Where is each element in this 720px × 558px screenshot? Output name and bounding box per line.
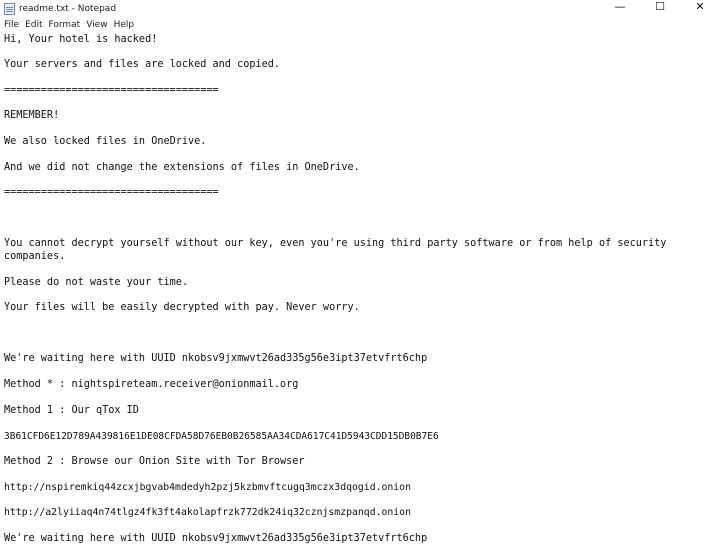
text-line: Method * : nightspireteam.receiver@onion…	[4, 379, 299, 390]
close-button[interactable]: ✕	[680, 0, 720, 17]
text-line: We're waiting here with UUID nkobsv9jxmw…	[4, 533, 428, 544]
text-line: And we did not change the extensions of …	[4, 162, 360, 173]
qtox-id-line: 3B61CFD6E12D789A439816E1DE08CFDA58D76EB0…	[4, 431, 439, 442]
text-line: We're waiting here with UUID nkobsv9jxmw…	[4, 353, 428, 364]
text-line: companies.	[4, 251, 66, 262]
menu-file[interactable]: File	[0, 20, 21, 30]
text-line: Hi, Your hotel is hacked!	[4, 34, 158, 45]
text-line: Method 1 : Our qTox ID	[4, 405, 139, 416]
title-bar: readme.txt - Notepad — ☐ ✕	[0, 0, 720, 17]
onion-url-line: http://a2lyiiaq4n74tlgz4fk3ft4akolapfrzk…	[4, 507, 411, 518]
text-line: Please do not waste your time.	[4, 277, 189, 288]
text-line: REMEMBER!	[4, 110, 60, 121]
text-line: You cannot decrypt yourself without our …	[4, 238, 667, 249]
divider-line: ===================================	[4, 187, 219, 198]
text-line: Your files will be easily decrypted with…	[4, 302, 360, 313]
menu-view[interactable]: View	[82, 20, 109, 30]
menu-help[interactable]: Help	[110, 20, 137, 30]
text-line: We also locked files in OneDrive.	[4, 136, 207, 147]
text-line: Your servers and files are locked and co…	[4, 59, 281, 70]
menu-bar: File Edit Format View Help	[0, 18, 136, 32]
divider-line: ===================================	[4, 85, 219, 96]
menu-format[interactable]: Format	[45, 20, 83, 30]
window-controls: — ☐ ✕	[600, 0, 720, 17]
notepad-icon	[4, 2, 15, 15]
text-editor-area[interactable]: Hi, Your hotel is hacked! Your servers a…	[0, 32, 720, 558]
text-line: Method 2 : Browse our Onion Site with To…	[4, 456, 305, 467]
minimize-button[interactable]: —	[600, 0, 640, 17]
window-title: readme.txt - Notepad	[19, 3, 117, 14]
maximize-button[interactable]: ☐	[640, 0, 680, 17]
menu-edit[interactable]: Edit	[21, 20, 44, 30]
onion-url-line: http://nspiremkiq44zcxjbgvab4mdedyh2pzj5…	[4, 482, 411, 493]
